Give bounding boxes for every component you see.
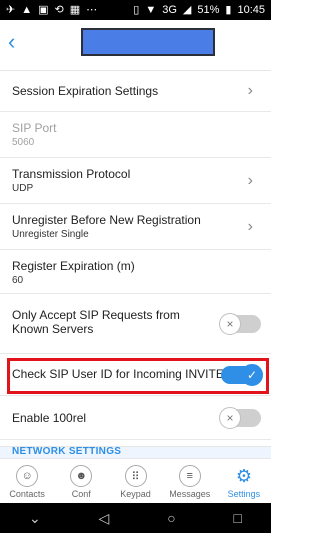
down-chevron-icon[interactable]: ⌄ [29,510,41,527]
page-title-redacted [81,28,215,56]
nav-label: Messages [169,489,211,499]
setting-value: Unregister Single [12,229,89,240]
more-icon: ⋯ [86,3,98,16]
clock: 10:45 [237,4,265,16]
back-button[interactable]: ‹ [8,30,32,54]
image-icon: ▣ [38,3,49,16]
wifi-icon: ▼ [145,3,157,16]
setting-row-only-accept-known-servers[interactable]: Only Accept SIP Requests from Known Serv… [0,294,271,354]
system-navigation-bar: ⌄ ◁ ○ □ [0,503,271,533]
setting-value: UDP [12,183,34,194]
warning-icon: ▲ [21,3,33,16]
setting-value: 5060 [12,137,35,148]
chevron-right-icon: › [247,217,253,235]
nav-settings[interactable]: ⚙ Settings [217,459,271,504]
toggle-check-icon: ✓ [241,363,263,386]
toggle-switch[interactable]: × [219,406,261,429]
app-icon: ▦ [69,3,81,16]
setting-label: Session Expiration Settings [12,84,159,98]
toggle-switch[interactable]: × [219,312,261,335]
back-triangle-icon[interactable]: ◁ [99,510,110,527]
setting-row-check-sip-user-id[interactable]: Check SIP User ID for Incoming INVITE ✓ [0,354,271,396]
status-right-icons: ▯ ▼ 3G ◢ 51% ▮ 10:45 [133,4,265,16]
setting-row-transmission-protocol[interactable]: Transmission Protocol UDP › [0,158,271,204]
setting-row-enable-100rel[interactable]: Enable 100rel × [0,396,271,440]
nav-contacts[interactable]: ☺ Contacts [0,459,54,504]
chevron-left-icon: ‹ [8,29,16,54]
chevron-right-icon: › [247,171,253,189]
setting-label: Enable 100rel [12,411,87,425]
nav-messages[interactable]: ≡ Messages [163,459,217,504]
section-title: NETWORK SETTINGS [12,446,122,457]
nav-label: Settings [227,489,261,499]
bottom-navigation: ☺ Contacts ☻ Conf ⠿ Keypad ≡ Messages ⚙ … [0,458,271,504]
home-circle-icon[interactable]: ○ [167,510,175,526]
keypad-icon: ⠿ [124,465,147,487]
nav-conf[interactable]: ☻ Conf [54,459,108,504]
sync-icon: ⟲ [54,3,64,16]
settings-gear-icon: ⚙ [235,465,252,486]
battery-percent: 51% [197,4,220,16]
nav-label: Contacts [9,489,45,499]
messages-icon: ≡ [178,465,201,487]
setting-row-unregister-before-new-registration[interactable]: Unregister Before New Registration Unreg… [0,204,271,250]
chevron-right-icon: › [247,81,253,99]
setting-label: Check SIP User ID for Incoming INVITE [12,367,224,381]
signal-icon: ◢ [182,3,192,16]
toggle-off-icon: × [219,406,241,429]
setting-label: Unregister Before New Registration [12,213,201,227]
setting-row-sip-port: SIP Port 5060 [0,112,271,158]
recent-square-icon[interactable]: □ [234,510,242,526]
status-left-icons: ✈ ▲ ▣ ⟲ ▦ ⋯ [6,3,98,16]
battery-icon: ▮ [225,3,232,16]
status-bar: ✈ ▲ ▣ ⟲ ▦ ⋯ ▯ ▼ 3G ◢ 51% ▮ 10:45 [0,0,271,20]
setting-label: Register Expiration (m) [12,259,135,273]
setting-label: Only Accept SIP Requests from Known Serv… [12,308,180,336]
setting-row-session-expiration[interactable]: Session Expiration Settings › [0,70,271,112]
nav-keypad[interactable]: ⠿ Keypad [108,459,162,504]
nav-label: Keypad [120,489,151,499]
app-header: ‹ [0,20,271,71]
vibrate-icon: ▯ [133,3,140,16]
contacts-icon: ☺ [16,465,39,487]
setting-label: Transmission Protocol [12,167,131,181]
nav-label: Conf [71,489,91,499]
network-type: 3G [162,4,177,16]
settings-list: Session Expiration Settings › SIP Port 5… [0,70,271,440]
setting-row-register-expiration[interactable]: Register Expiration (m) 60 [0,250,271,294]
toggle-off-icon: × [219,312,241,335]
conference-icon: ☻ [70,465,93,487]
setting-value: 60 [12,275,24,286]
setting-label: SIP Port [12,121,57,135]
toggle-switch[interactable]: ✓ [221,363,263,386]
network-icon: ✈ [6,3,16,16]
